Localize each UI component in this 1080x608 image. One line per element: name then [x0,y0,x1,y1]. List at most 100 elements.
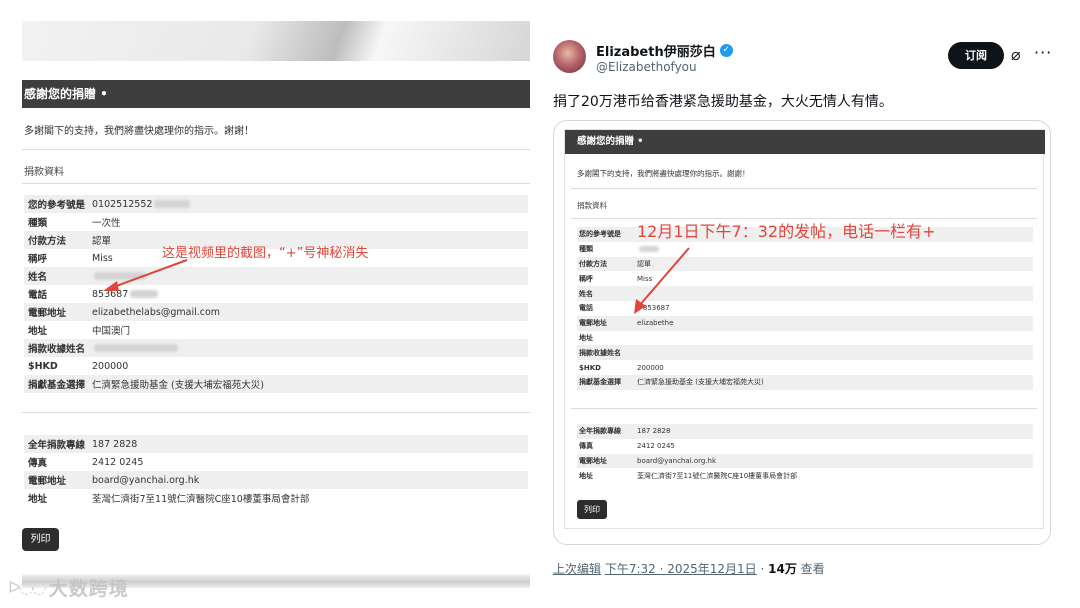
row-label: 地址 [28,494,48,505]
print-button[interactable]: 列印 [22,528,59,551]
left-screenshot: 感謝您的捐贈 • 多謝閣下的支持，我們將盡快處理你的指示。謝謝！ 捐款資料 您的… [22,18,530,598]
watermark-logo-icon: ᐅ◌◌ [8,577,47,598]
row-label: 傳真 [579,442,593,451]
divider [571,408,1037,409]
row-label: 姓名 [28,272,48,283]
table-row: 電郵地址 board@yanchai.org.hk [24,471,528,489]
table-row: 地址 [577,331,1033,346]
row-label: 捐款收據姓名 [579,348,621,357]
row-value: 2412 0245 [637,442,675,451]
tweet-meta: 上次编辑 下午7:32 · 2025年12月1日 · 14万 查看 [553,560,825,577]
grok-icon[interactable]: ⌀ [1011,45,1021,64]
table-row: 捐獻基金選擇 仁濟緊急援助基金 (支援大埔宏福苑大災) [24,375,528,393]
row-value: 200000 [92,360,129,372]
table-row: 種類 一次性 [24,213,528,231]
table-row: $HKD 200000 [24,357,528,375]
row-value: board@yanchai.org.hk [92,474,200,486]
row-label: 全年捐款專線 [579,427,621,436]
table-row: 全年捐款專線 187 2828 [24,435,528,453]
row-value: elizabethelabs@gmail.com [92,306,221,318]
user-display-name[interactable]: Elizabeth伊丽莎白 ✓ [596,41,733,60]
thanks-message: 多謝閣下的支持，我們將盡快處理你的指示。謝謝！ [24,126,254,137]
timestamp-link[interactable]: 下午7:32 · 2025年12月1日 [605,562,757,576]
table-row: 地址 荃灣仁濟街7至11號仁濟醫院C座10樓董事局會計部 [577,468,1033,483]
table-row: $HKD 200000 [577,360,1033,375]
row-label: 付款方法 [28,236,67,247]
row-label: 全年捐款專線 [28,440,86,451]
table-row: 捐款收據姓名 [577,345,1033,361]
row-value: 仁濟緊急援助基金 (支援大埔宏福苑大災) [92,380,264,391]
annotation-arrow-icon [634,247,690,314]
row-value: 2412 0245 [92,456,144,468]
row-label: 種類 [579,245,593,254]
subscribe-button[interactable]: 订阅 [948,42,1004,69]
row-label: 姓名 [579,289,593,298]
row-label: 地址 [579,471,593,480]
display-name-text[interactable]: Elizabeth伊丽莎白 [596,41,716,60]
row-label: 電話 [579,304,593,313]
annotation-text: 这是视频里的截图，“+”号神秘消失 [162,246,369,261]
divider [22,183,530,184]
row-label: 電郵地址 [28,308,67,319]
view-count-label: 查看 [796,562,825,576]
row-value: elizabethe [637,319,674,328]
contact-info-table: 全年捐款專線 187 2828 傳真 2412 0245 電郵地址 board@yan… [577,424,1033,483]
row-label: 捐獻基金選擇 [579,378,621,387]
table-row: 地址 中国澳门 [24,321,528,339]
row-label: 捐款收據姓名 [28,344,86,355]
tweet-text: 捐了20万港币给香港紧急援助基金，大火无情人有情。 [553,94,893,110]
divider [22,149,530,150]
row-label: 您的參考號是 [28,200,86,211]
row-value: 荃灣仁濟街7至11號仁濟醫院C座10樓董事局會計部 [637,471,798,480]
donation-header: 感謝您的捐贈 • [22,80,530,108]
annotation-arrow-icon [103,259,188,291]
divider [22,412,530,413]
row-label: 傳真 [28,458,48,469]
table-row: 傳真 2412 0245 [577,439,1033,454]
row-value: 一次性 [92,218,121,229]
row-value: 仁濟緊急援助基金 (支援大埔宏福苑大災) [637,378,764,387]
top-banner [22,21,530,61]
row-label: $HKD [579,363,601,372]
table-row: 電郵地址 elizabethelabs@gmail.com [24,303,528,321]
row-label: 電話 [28,290,48,301]
row-label: $HKD [28,360,58,372]
blurred-redaction [94,344,178,352]
annotation-text: 12月1日下午7：32的发帖，电话一栏有+ [637,222,936,241]
section-title: 捐款資料 [577,201,607,210]
row-label: 捐獻基金選擇 [28,380,86,391]
verified-badge-icon: ✓ [719,44,733,57]
table-row: 全年捐款專線 187 2828 [577,424,1033,439]
thanks-message: 多謝閣下的支持，我們將盡快處理你的指示。謝謝！ [577,169,750,178]
section-title: 捐款資料 [24,167,64,178]
row-label: 稱呼 [28,254,48,265]
row-value: 認單 [92,236,112,247]
row-label: 地址 [579,333,593,342]
print-button: 列印 [577,500,607,519]
blurred-redaction [154,200,191,208]
row-label: 地址 [28,326,48,337]
row-label: 種類 [28,218,48,229]
row-value: 187 2828 [92,438,138,450]
row-label: 電郵地址 [579,319,607,328]
row-label: 電郵地址 [28,476,67,487]
row-value: board@yanchai.org.hk [637,456,717,465]
embedded-screenshot: 感謝您的捐贈 • 多謝閣下的支持，我們將盡快處理你的指示。謝謝！ 捐款資料 您的… [564,129,1045,529]
more-options-icon[interactable]: ··· [1034,43,1052,62]
row-label: 電郵地址 [579,456,607,465]
row-label: 付款方法 [579,259,607,268]
tweet-image-card[interactable]: 感謝您的捐贈 • 多謝閣下的支持，我們將盡快處理你的指示。謝謝！ 捐款資料 您的… [553,120,1051,545]
user-handle[interactable]: @Elizabethofyou [596,60,697,74]
row-value: 中国澳门 [92,326,131,337]
view-count: 14万 [768,562,797,576]
table-row: 捐款收據姓名 [24,339,528,357]
row-value: 187 2828 [637,427,671,436]
last-edited-link[interactable]: 上次编辑 [553,562,601,576]
row-label: 您的參考號是 [579,230,621,239]
avatar[interactable] [553,40,586,73]
table-row: 捐獻基金選擇 仁濟緊急援助基金 (支援大埔宏福苑大災) [577,374,1033,390]
table-row: 傳真 2412 0245 [24,453,528,471]
table-row: 您的參考號是 0102512552 [24,195,528,213]
donation-header: 感謝您的捐贈 • [565,130,1045,154]
row-value: 荃灣仁濟街7至11號仁濟醫院C座10樓董事局會計部 [92,494,310,505]
